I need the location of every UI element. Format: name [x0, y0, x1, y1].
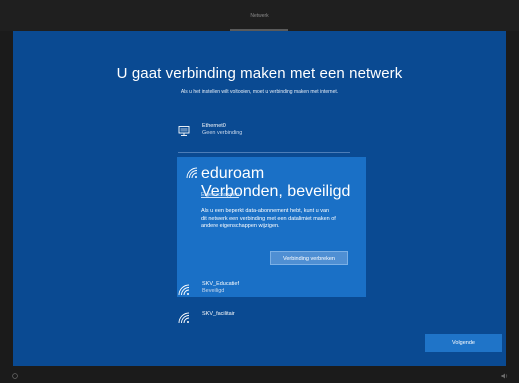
page-subtitle: Als u het instellen wilt voltooien, moet…: [180, 89, 339, 95]
volume-icon[interactable]: [501, 373, 509, 379]
properties-link[interactable]: Eigenschappen: [201, 192, 239, 198]
step-label: Netwerk: [250, 13, 269, 19]
disconnect-button[interactable]: Verbinding verbreken: [270, 251, 348, 265]
setup-panel: U gaat verbinding maken met een netwerk …: [13, 31, 506, 366]
metered-info-text: Als u een beperkt data-abonnement hebt, …: [201, 208, 336, 230]
next-button[interactable]: Volgende: [425, 334, 502, 352]
divider: [178, 152, 350, 153]
ethernet-icon: [178, 126, 190, 136]
network-name: SKV_facilitair: [202, 311, 235, 317]
network-name: SKV_Educatief: [202, 281, 239, 287]
network-status: Beveiligd: [202, 288, 225, 294]
network-item-eduroam[interactable]: eduroam Verbonden, beveiligd Eigenschapp…: [177, 157, 366, 297]
wifi-icon: [178, 312, 190, 324]
network-name: Ethernet0: [202, 123, 226, 129]
wifi-icon: [178, 284, 190, 296]
bottom-bar: [0, 366, 519, 383]
top-bar: Netwerk: [0, 0, 519, 31]
network-name: eduroam: [201, 165, 265, 182]
page-title: U gaat verbinding maken met een netwerk: [116, 65, 403, 82]
wifi-icon: [186, 167, 198, 179]
network-status: Geen verbinding: [202, 130, 243, 136]
ease-of-access-icon[interactable]: [11, 373, 19, 379]
